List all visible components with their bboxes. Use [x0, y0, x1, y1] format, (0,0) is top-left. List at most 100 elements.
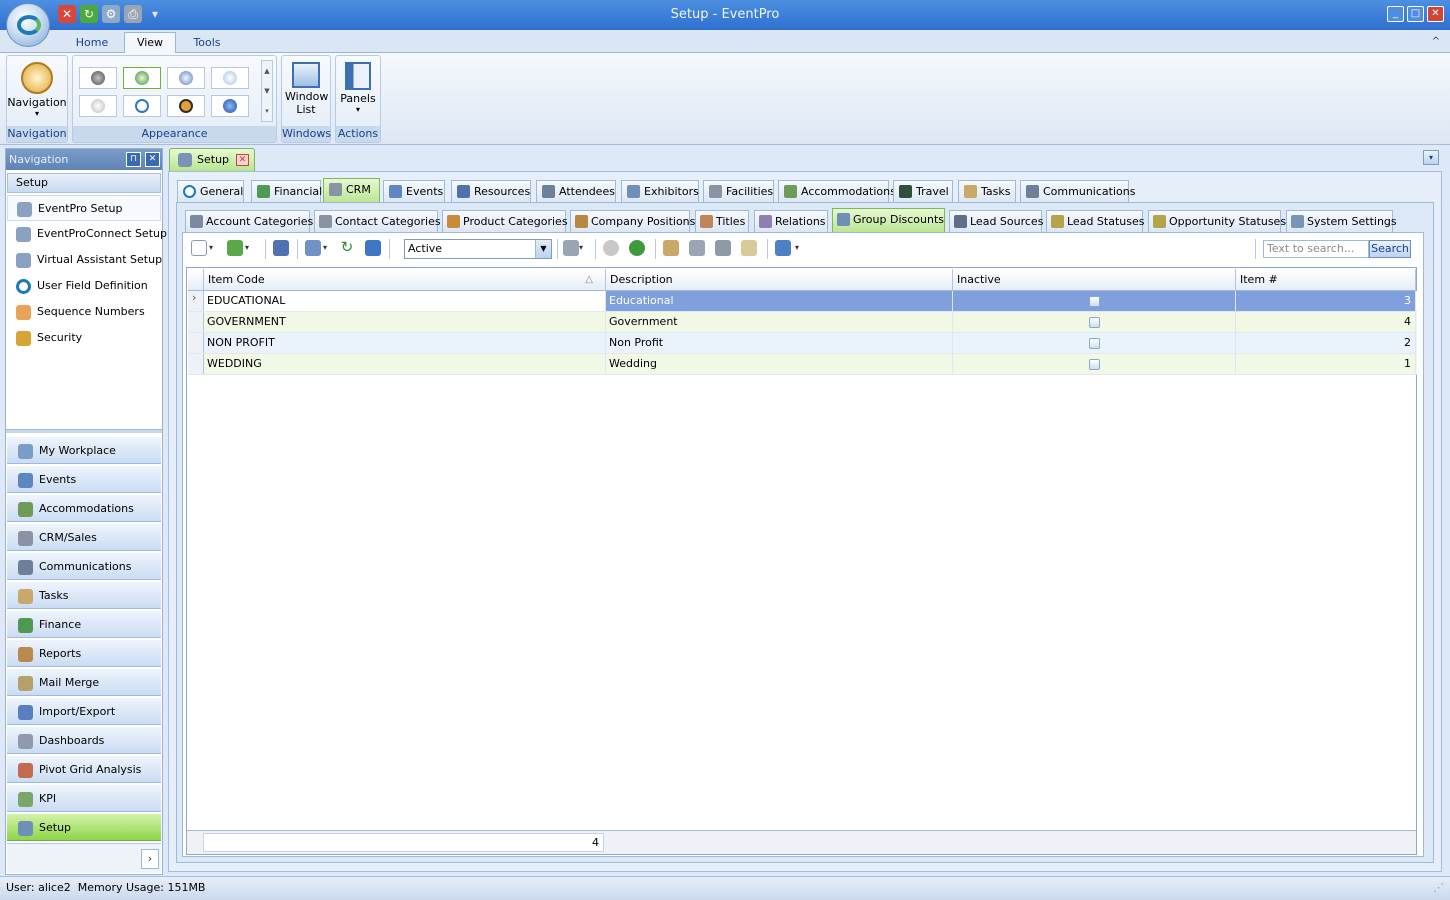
nav-link-sequence-numbers[interactable]: Sequence Numbers: [7, 299, 161, 325]
cell-inactive[interactable]: [953, 312, 1236, 332]
nav-button-accommodations[interactable]: Accommodations: [7, 494, 161, 522]
navigation-button[interactable]: Navigation ▾: [7, 58, 67, 118]
resize-grip-icon[interactable]: ⋰: [1433, 877, 1444, 899]
subtab-contact-categories[interactable]: Contact Categories: [314, 210, 441, 233]
row-selector[interactable]: [188, 312, 204, 332]
tab-crm[interactable]: CRM: [323, 178, 380, 203]
nav-link-eventpro-setup[interactable]: EventPro Setup: [7, 195, 161, 221]
subtab-titles[interactable]: Titles: [695, 210, 749, 233]
add-icon[interactable]: [227, 240, 243, 256]
tab-tasks[interactable]: Tasks: [958, 180, 1016, 203]
search-input[interactable]: Text to search...: [1263, 240, 1369, 258]
close-window-button[interactable]: ✕: [1427, 6, 1444, 22]
close-tab-icon[interactable]: ✕: [236, 154, 249, 166]
nav-button-communications[interactable]: Communications: [7, 552, 161, 580]
panels-button[interactable]: Panels ▾: [336, 58, 380, 114]
chevron-down-icon[interactable]: ▾: [579, 240, 587, 256]
tab-events[interactable]: Events: [383, 180, 445, 203]
subtab-relations[interactable]: Relations: [754, 210, 828, 233]
skin-silver-button[interactable]: [79, 95, 117, 117]
cell-item-code[interactable]: EDUCATIONAL: [204, 291, 606, 311]
inactive-checkbox[interactable]: [1089, 296, 1100, 307]
details-icon[interactable]: [365, 240, 381, 256]
nav-button-kpi[interactable]: KPI: [7, 784, 161, 812]
tab-tools[interactable]: Tools: [180, 32, 234, 54]
inactive-checkbox[interactable]: [1089, 317, 1100, 328]
notes-icon[interactable]: [663, 240, 679, 256]
cell-item-number[interactable]: 3: [1236, 291, 1416, 311]
subtab-group-discounts[interactable]: Group Discounts: [832, 208, 945, 233]
chevron-down-icon[interactable]: ▾: [209, 240, 217, 256]
cell-description[interactable]: Non Profit: [606, 333, 953, 353]
cell-description[interactable]: Government: [606, 312, 953, 332]
document-tab-setup[interactable]: Setup ✕: [169, 148, 255, 171]
maximize-button[interactable]: □: [1407, 6, 1424, 22]
column-header-item-number[interactable]: Item #: [1236, 269, 1416, 291]
cell-inactive[interactable]: [953, 354, 1236, 374]
move-down-icon[interactable]: [629, 240, 645, 256]
subtab-lead-sources[interactable]: Lead Sources: [949, 210, 1043, 233]
skin-metro-button[interactable]: [123, 95, 161, 117]
column-header-description[interactable]: Description: [606, 269, 953, 291]
cell-description[interactable]: Educational: [606, 291, 953, 311]
subtab-opportunity-statuses[interactable]: Opportunity Statuses: [1148, 210, 1286, 233]
app-menu-button[interactable]: [6, 3, 50, 47]
cell-inactive[interactable]: [953, 333, 1236, 353]
subtab-system-settings[interactable]: System Settings: [1286, 210, 1397, 233]
chevron-down-icon[interactable]: ▾: [323, 240, 331, 256]
delete-icon[interactable]: [273, 240, 289, 256]
cell-description[interactable]: Wedding: [606, 354, 953, 374]
nav-button-finance[interactable]: Finance: [7, 610, 161, 638]
tab-financial[interactable]: Financial: [251, 180, 322, 203]
refresh-icon[interactable]: ↻: [339, 240, 355, 256]
nav-button-setup[interactable]: Setup: [7, 813, 161, 841]
nav-button-import-export[interactable]: Import/Export: [7, 697, 161, 725]
print-preview-icon[interactable]: [741, 240, 757, 256]
nav-link-user-field-definition[interactable]: User Field Definition: [7, 273, 161, 299]
skin-metro-dark-button[interactable]: [167, 95, 205, 117]
column-header-item-code[interactable]: Item Code △: [204, 269, 606, 291]
nav-button-tasks[interactable]: Tasks: [7, 581, 161, 609]
tab-communications[interactable]: Communications: [1020, 180, 1135, 203]
skin-deep-blue-button[interactable]: [211, 95, 249, 117]
subtab-account-categories[interactable]: Account Categories: [185, 210, 313, 233]
cell-item-code[interactable]: NON PROFIT: [204, 333, 606, 353]
nav-button-dashboards[interactable]: Dashboards: [7, 726, 161, 754]
tab-view[interactable]: View: [124, 32, 176, 54]
cell-item-code[interactable]: WEDDING: [204, 354, 606, 374]
pane-splitter[interactable]: [6, 429, 162, 433]
ribbon-collapse-icon[interactable]: ^: [1432, 36, 1440, 47]
tab-resources[interactable]: Resources: [451, 180, 531, 203]
skin-light-button[interactable]: [211, 67, 249, 89]
settings-icon[interactable]: [689, 240, 705, 256]
cell-item-code[interactable]: GOVERNMENT: [204, 312, 606, 332]
move-up-icon[interactable]: [603, 240, 619, 256]
tab-facilities[interactable]: Facilities: [703, 180, 774, 203]
nav-button-reports[interactable]: Reports: [7, 639, 161, 667]
skin-blue-button[interactable]: [167, 67, 205, 89]
chevron-down-icon[interactable]: ▾: [795, 240, 803, 256]
nav-button-events[interactable]: Events: [7, 465, 161, 493]
pin-icon[interactable]: ⊓: [126, 152, 141, 167]
nav-link-security[interactable]: Security: [7, 325, 161, 351]
nav-button-pivot-grid-analysis[interactable]: Pivot Grid Analysis: [7, 755, 161, 783]
inactive-checkbox[interactable]: [1089, 359, 1100, 370]
nav-link-virtual-assistant-setup[interactable]: Virtual Assistant Setup: [7, 247, 162, 273]
tab-exhibitors[interactable]: Exhibitors: [621, 180, 699, 203]
nav-link-eventproconnect-setup[interactable]: EventProConnect Setup: [7, 221, 167, 247]
cell-item-number[interactable]: 1: [1236, 354, 1416, 374]
cell-inactive[interactable]: [953, 291, 1236, 311]
nav-button-my-workplace[interactable]: My Workplace: [7, 436, 161, 464]
tab-general[interactable]: General: [177, 180, 244, 203]
filter-icon[interactable]: [563, 240, 579, 256]
column-header-inactive[interactable]: Inactive: [953, 269, 1236, 291]
tab-attendees[interactable]: Attendees: [536, 180, 616, 203]
table-row[interactable]: WEDDING Wedding 1: [188, 354, 1417, 375]
document-menu-chevron-icon[interactable]: ▾: [1423, 150, 1439, 165]
minimize-button[interactable]: _: [1387, 6, 1404, 22]
subtab-product-categories[interactable]: Product Categories: [442, 210, 568, 233]
skin-green-button[interactable]: [123, 67, 161, 89]
search-button[interactable]: Search: [1369, 240, 1411, 258]
table-row[interactable]: › EDUCATIONAL Educational 3: [188, 291, 1417, 312]
gallery-scroll[interactable]: ▲ ▼ ▾: [261, 60, 273, 122]
